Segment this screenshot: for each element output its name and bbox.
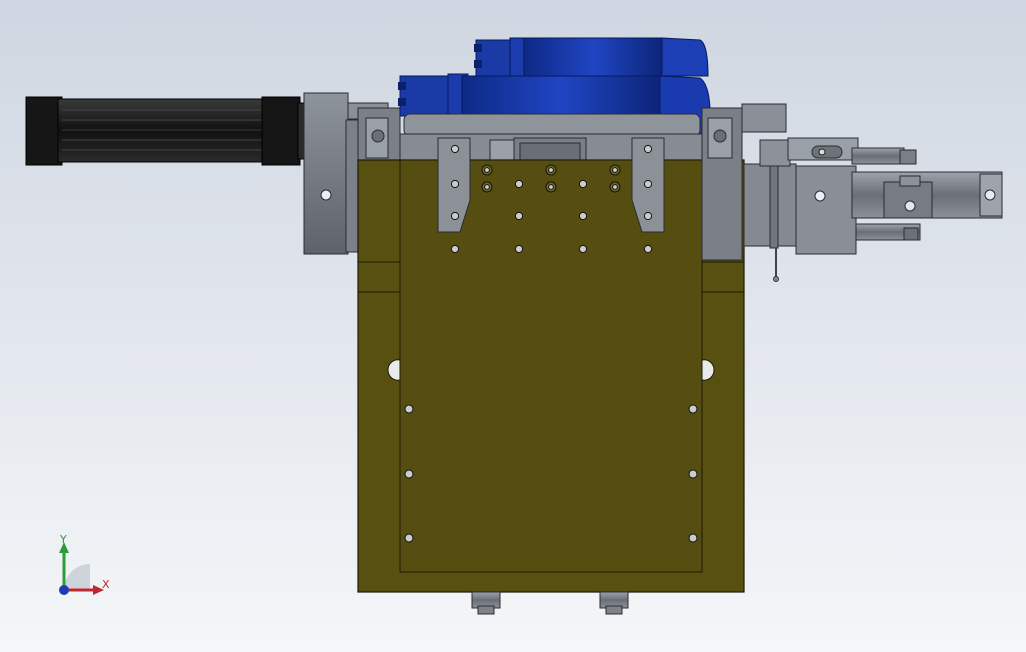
triad-plane-icon (64, 564, 90, 590)
x-axis-label: X (102, 578, 110, 591)
coordinate-triad: Y X (59, 533, 110, 595)
z-axis-dot-icon (59, 585, 69, 595)
right-pneumatic-cylinder[interactable] (759, 137, 1003, 282)
left-servo-motor[interactable] (25, 96, 307, 166)
cad-viewport[interactable]: Y X (0, 0, 1026, 652)
upper-blue-motor[interactable] (474, 37, 709, 77)
right-mount-block[interactable] (701, 103, 797, 261)
base-plate[interactable] (357, 159, 745, 593)
bottom-fittings[interactable] (471, 591, 629, 615)
assembly-model[interactable]: Y X (0, 0, 1026, 652)
y-axis-label: Y (59, 533, 67, 546)
